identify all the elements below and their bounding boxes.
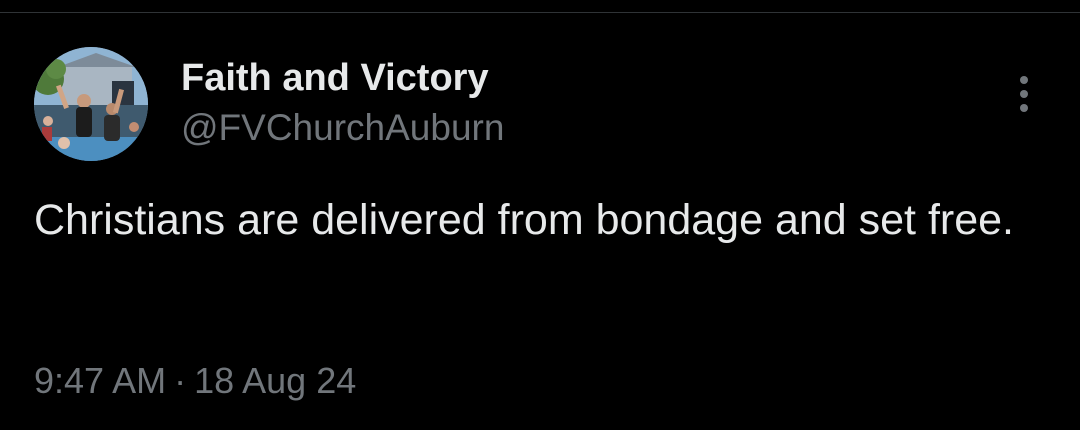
avatar-photo-icon [34, 47, 148, 161]
tweet-text: Christians are delivered from bondage an… [34, 196, 1014, 244]
author-handle[interactable]: @FVChurchAuburn [181, 106, 504, 150]
more-options-button[interactable] [1002, 72, 1046, 116]
author-display-name[interactable]: Faith and Victory [181, 55, 489, 101]
tweet-date: 18 Aug 24 [194, 360, 357, 401]
tweet-time: 9:47 AM [34, 360, 167, 401]
avatar[interactable] [34, 47, 148, 161]
tweet: Faith and Victory @FVChurchAuburn Christ… [0, 0, 1080, 430]
meta-separator: · [174, 360, 187, 401]
tweet-timestamp[interactable]: 9:47 AM · 18 Aug 24 [34, 359, 356, 403]
more-options-icon [1020, 76, 1028, 112]
